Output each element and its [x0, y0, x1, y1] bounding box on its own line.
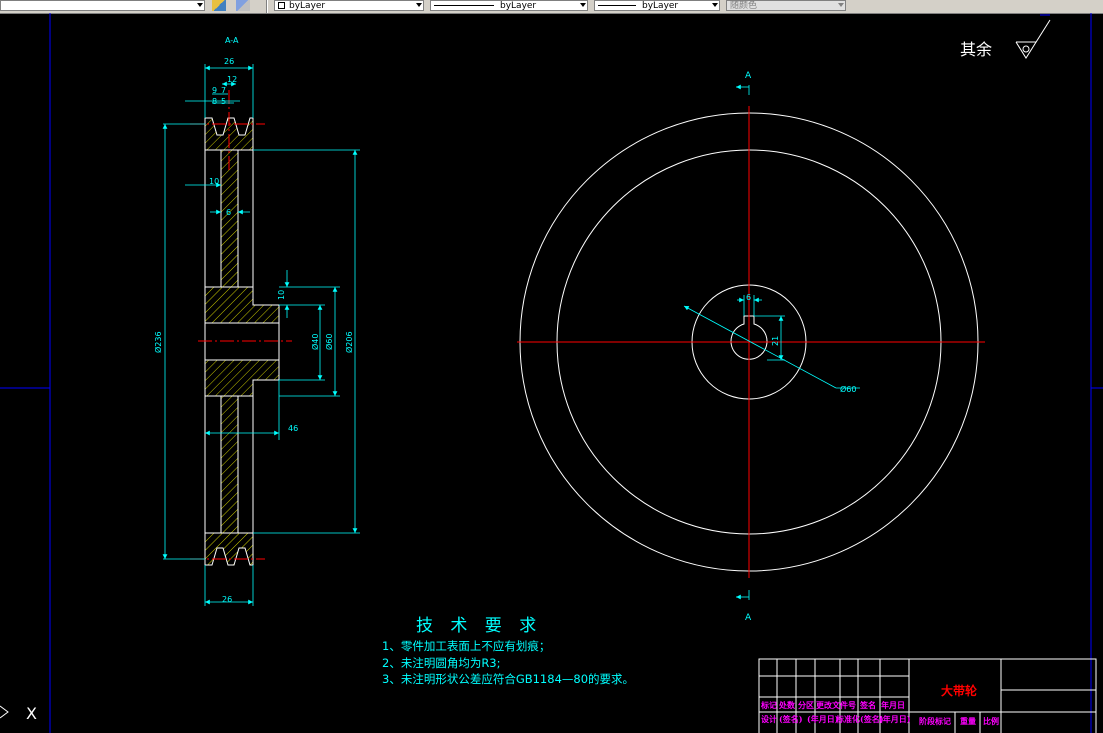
- tb-weight-label: 重量: [960, 716, 976, 726]
- dim-web-thickness: 6: [226, 208, 231, 217]
- color-dropdown-value: byLayer: [289, 1, 326, 11]
- chevron-down-icon: [197, 3, 203, 7]
- dim-dia-hub: Ø60: [324, 334, 334, 350]
- ucs-x-label: X: [26, 704, 37, 723]
- dim-groove-a: 9: [212, 86, 217, 95]
- dim-groove-d: 5: [221, 97, 226, 106]
- requirement-item-2: 2、未注明圆角均为R3;: [382, 656, 501, 670]
- dim-key-width: 6: [746, 293, 751, 302]
- tb-row1-count: 处数: [779, 700, 795, 710]
- drawing-canvas[interactable]: A-A 26 12 9 7 8 5 10 6 10 46 26 Ø236 Ø20…: [0, 13, 1103, 733]
- tb-scale-label: 比例: [983, 716, 999, 726]
- tb-row1-mark: 标记: [761, 700, 777, 710]
- dim-hub-dia: Ø60: [840, 384, 856, 394]
- ucs-icon: [0, 705, 9, 719]
- layer-manager-icon[interactable]: [212, 0, 226, 11]
- lineweight-preview-icon: [598, 5, 636, 6]
- tb-stage-label: 阶段标记: [919, 716, 951, 726]
- dim-web-offset: 10: [209, 177, 219, 186]
- section-label: A-A: [225, 36, 239, 45]
- dim-bottom-width: 26: [222, 595, 232, 604]
- dim-hub-step: 10: [277, 290, 286, 300]
- front-view: A A 6 21 Ø60: [517, 71, 985, 623]
- dim-dia-bore: Ø40: [310, 334, 320, 350]
- dim-groove-b: 7: [221, 86, 226, 95]
- section-view: A-A 26 12 9 7 8 5 10 6 10 46 26 Ø236 Ø20…: [153, 36, 360, 606]
- chevron-down-icon: [712, 3, 718, 7]
- linetype-preview-icon: [434, 5, 494, 6]
- plotstyle-dropdown[interactable]: 随颜色: [726, 0, 846, 11]
- dim-top-width: 26: [224, 57, 234, 66]
- linetype-dropdown[interactable]: byLayer: [430, 0, 588, 11]
- color-dropdown[interactable]: byLayer: [274, 0, 424, 11]
- tb-row1-date: 年月日: [881, 700, 905, 710]
- dim-dia-outer: Ø236: [153, 331, 163, 353]
- tb-row1-sign: 签名: [860, 700, 876, 710]
- roughness-label: 其余: [960, 40, 993, 59]
- roughness-symbol-icon: [1015, 19, 1051, 59]
- chevron-down-icon: [580, 3, 586, 7]
- color-swatch-icon: [278, 2, 285, 9]
- layer-dropdown[interactable]: [0, 0, 205, 11]
- requirements-title: 技 术 要 求: [416, 616, 543, 636]
- cut-label-bottom: A: [745, 613, 752, 623]
- tb-row2-date: (年月日): [807, 714, 839, 724]
- lineweight-dropdown-value: byLayer: [642, 1, 679, 11]
- linetype-dropdown-value: byLayer: [500, 1, 537, 11]
- cut-label-top: A: [745, 71, 752, 81]
- dim-dia-inner: Ø206: [344, 331, 354, 353]
- plotstyle-dropdown-value: 随颜色: [730, 1, 758, 11]
- drawing-frame: [0, 13, 1103, 733]
- properties-toolbar: byLayer byLayer byLayer 随颜色: [0, 0, 1103, 14]
- dim-groove-top: 12: [227, 75, 237, 84]
- dim-groove-c: 8: [212, 97, 217, 106]
- dim-hub-width: 46: [288, 424, 298, 433]
- toolbar-separator: [266, 0, 268, 13]
- tb-row2-sign: (签名): [779, 714, 803, 724]
- part-name: 大带轮: [941, 684, 978, 698]
- tb-row1-doc: 更改文件号: [816, 700, 856, 710]
- chevron-down-icon: [838, 3, 844, 7]
- requirement-item-3: 3、未注明形状公差应符合GB1184—80的要求。: [382, 672, 635, 686]
- tb-row1-zone: 分区: [798, 700, 814, 710]
- layer-previous-icon[interactable]: [236, 0, 250, 11]
- tb-row2-design: 设计: [761, 714, 777, 724]
- requirement-item-1: 1、零件加工表面上不应有划痕；: [382, 639, 551, 653]
- dim-key-depth: 21: [771, 336, 780, 346]
- lineweight-dropdown[interactable]: byLayer: [594, 0, 720, 11]
- tb-row2-date2: (年月日): [879, 714, 911, 724]
- chevron-down-icon: [416, 3, 422, 7]
- tb-row2-std: 标准化: [836, 714, 860, 724]
